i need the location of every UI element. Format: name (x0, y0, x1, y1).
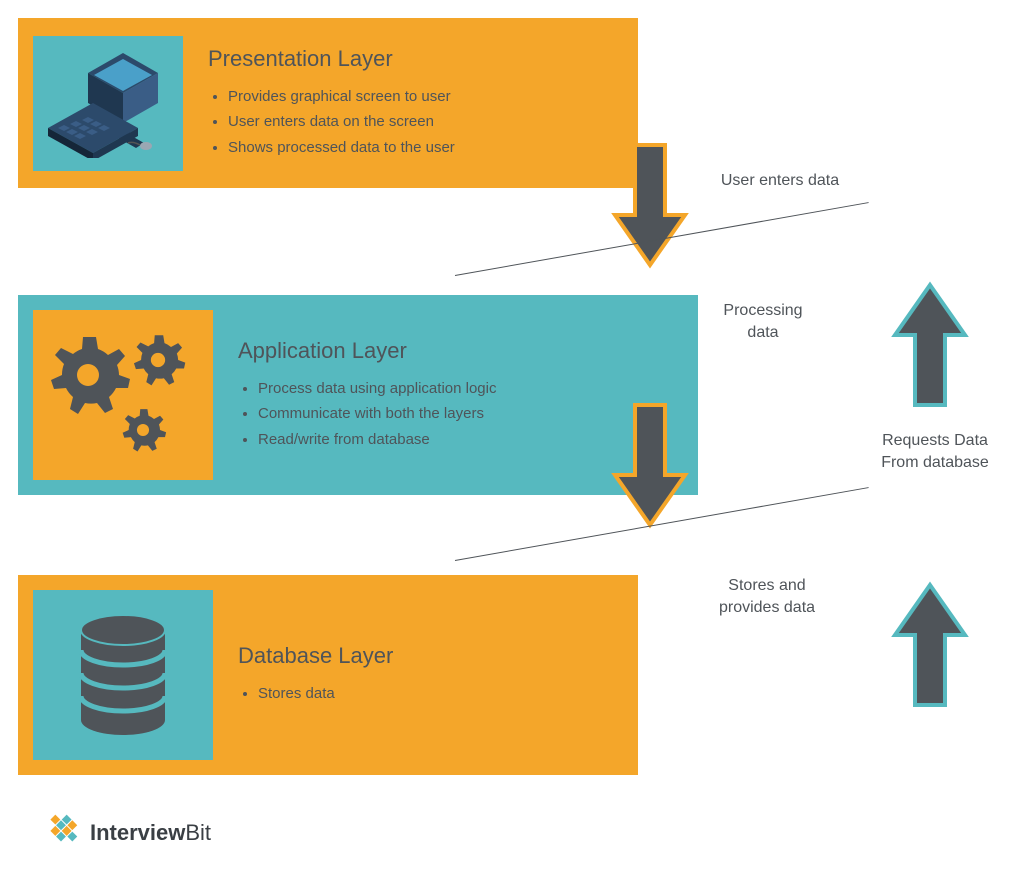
annotation-user-enters: User enters data (715, 170, 845, 192)
annotation-requests: Requests Data From database (865, 430, 1005, 475)
list-item: Stores data (258, 681, 393, 707)
list-item: Read/write from database (258, 427, 496, 453)
list-item: Shows processed data to the user (228, 135, 455, 161)
database-title: Database Layer (238, 643, 393, 669)
list-item: Process data using application logic (258, 376, 496, 402)
application-content: Application Layer Process data using app… (238, 338, 496, 453)
presentation-title: Presentation Layer (208, 46, 455, 72)
layer-application: Application Layer Process data using app… (18, 295, 698, 495)
interviewbit-logo: InterviewBit (40, 814, 211, 852)
application-title: Application Layer (238, 338, 496, 364)
arrow-down-icon (610, 140, 690, 270)
list-item: User enters data on the screen (228, 109, 455, 135)
layer-database: Database Layer Stores data (18, 575, 638, 775)
arrow-up-icon (890, 580, 970, 710)
gears-icon (33, 310, 213, 480)
arrow-up-icon (890, 280, 970, 410)
computer-icon (33, 36, 183, 171)
presentation-bullets: Provides graphical screen to user User e… (208, 84, 455, 161)
database-icon (33, 590, 213, 760)
logo-text: InterviewBit (90, 820, 211, 846)
layer-presentation: Presentation Layer Provides graphical sc… (18, 18, 638, 188)
arrow-down-icon (610, 400, 690, 530)
application-bullets: Process data using application logic Com… (238, 376, 496, 453)
logo-text-bold: Interview (90, 820, 185, 845)
presentation-content: Presentation Layer Provides graphical sc… (208, 46, 455, 161)
list-item: Communicate with both the layers (258, 401, 496, 427)
annotation-stores: Stores and provides data (712, 575, 822, 620)
logo-mark-icon (40, 814, 82, 852)
list-item: Provides graphical screen to user (228, 84, 455, 110)
database-bullets: Stores data (238, 681, 393, 707)
logo-text-rest: Bit (185, 820, 211, 845)
database-content: Database Layer Stores data (238, 643, 393, 707)
annotation-processing: Processing data (708, 300, 818, 345)
